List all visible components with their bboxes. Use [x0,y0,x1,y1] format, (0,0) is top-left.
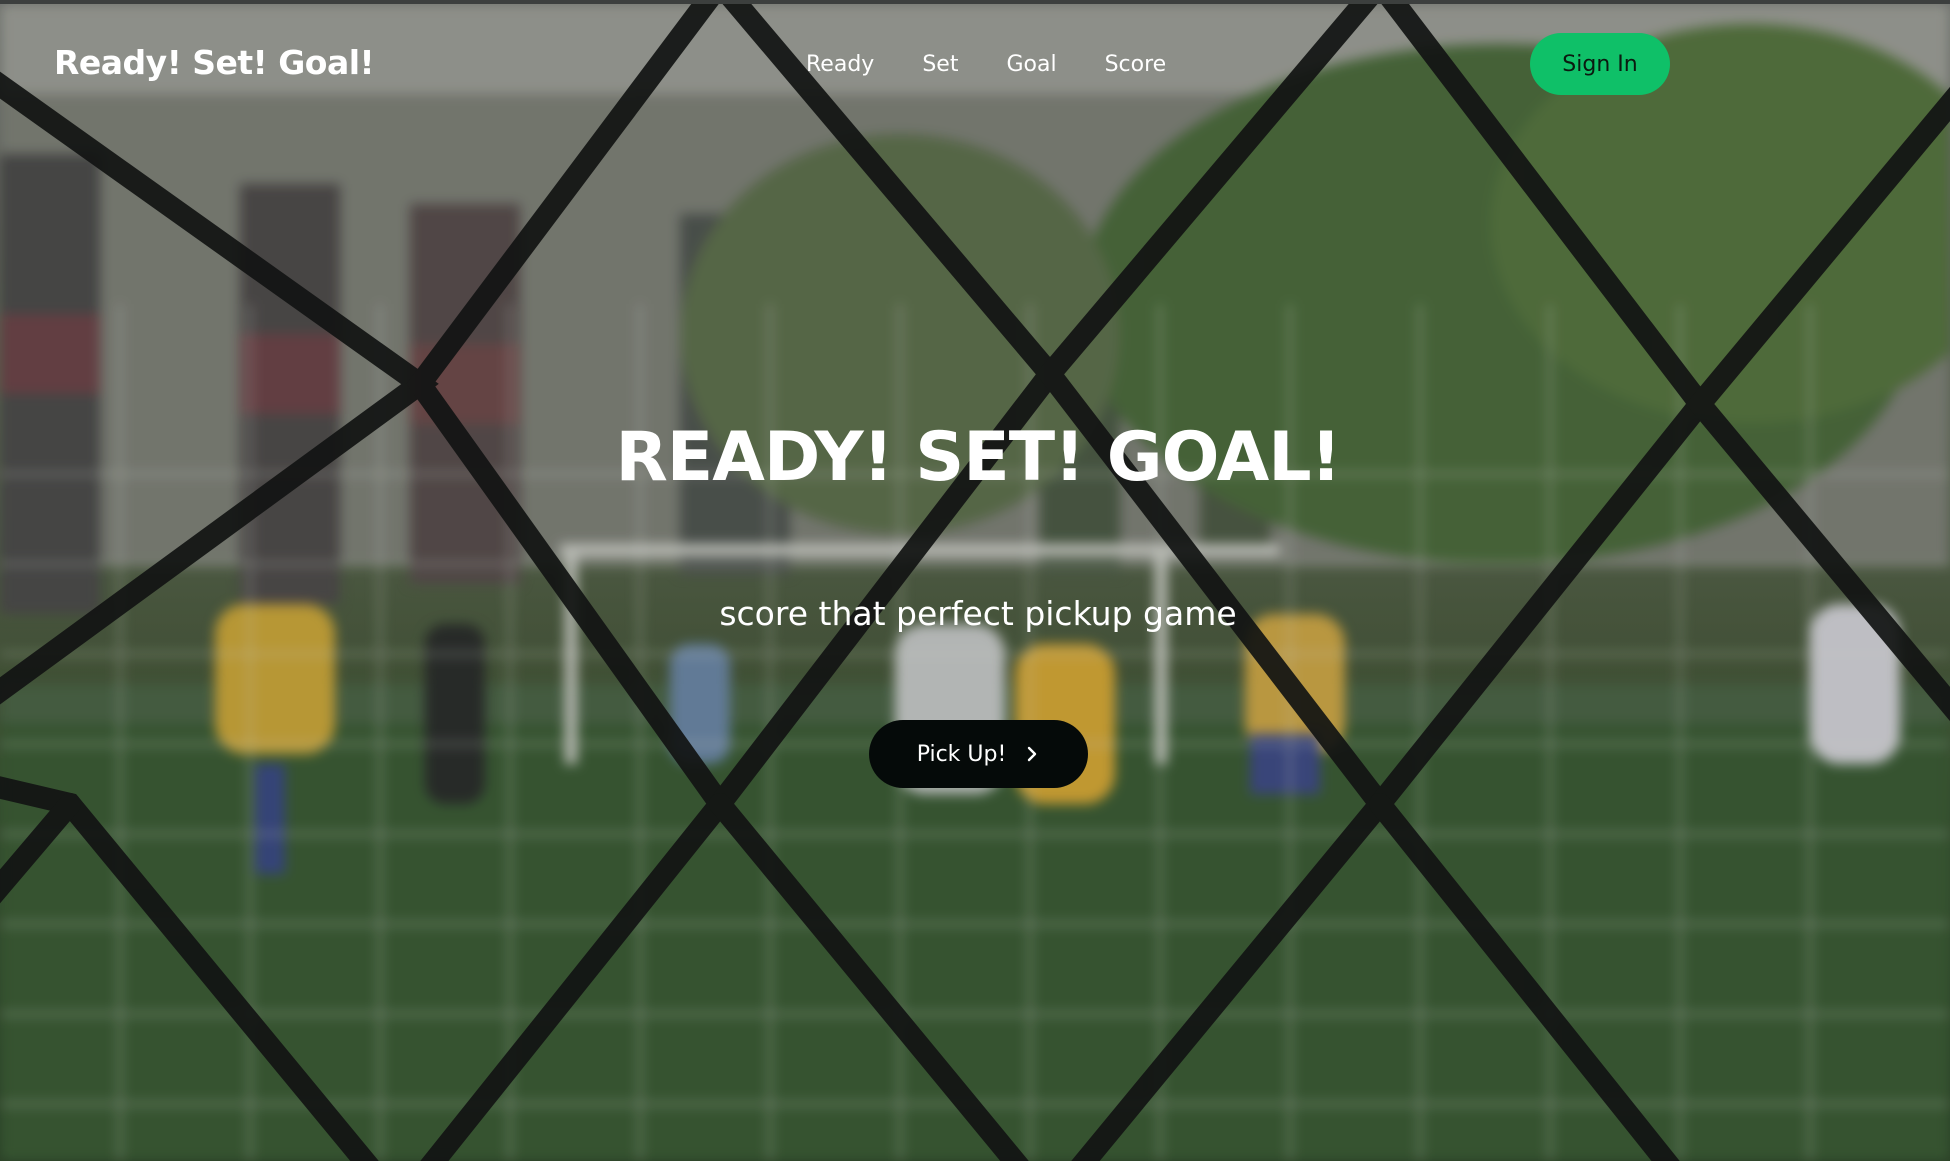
nav-links: Ready Set Goal Score [806,52,1190,77]
pick-up-label: Pick Up! [916,741,1007,767]
hero-background [0,4,1950,1161]
hero-shade [0,4,1950,1161]
navbar: Ready! Set! Goal! Ready Set Goal Score S… [0,4,1950,124]
sign-in-button[interactable]: Sign In [1530,33,1670,95]
nav-link-set[interactable]: Set [898,52,982,77]
pick-up-button[interactable]: Pick Up! [869,720,1088,788]
page: Ready! Set! Goal! Ready Set Goal Score S… [0,0,1950,1161]
nav-link-goal[interactable]: Goal [982,52,1080,77]
hero-title: READY! SET! GOAL! [615,418,1341,497]
nav-link-ready[interactable]: Ready [806,52,898,77]
hero-subtitle: score that perfect pickup game [719,594,1237,633]
brand-logo[interactable]: Ready! Set! Goal! [54,43,375,82]
chevron-right-icon [1024,746,1040,762]
nav-link-score[interactable]: Score [1081,52,1191,77]
